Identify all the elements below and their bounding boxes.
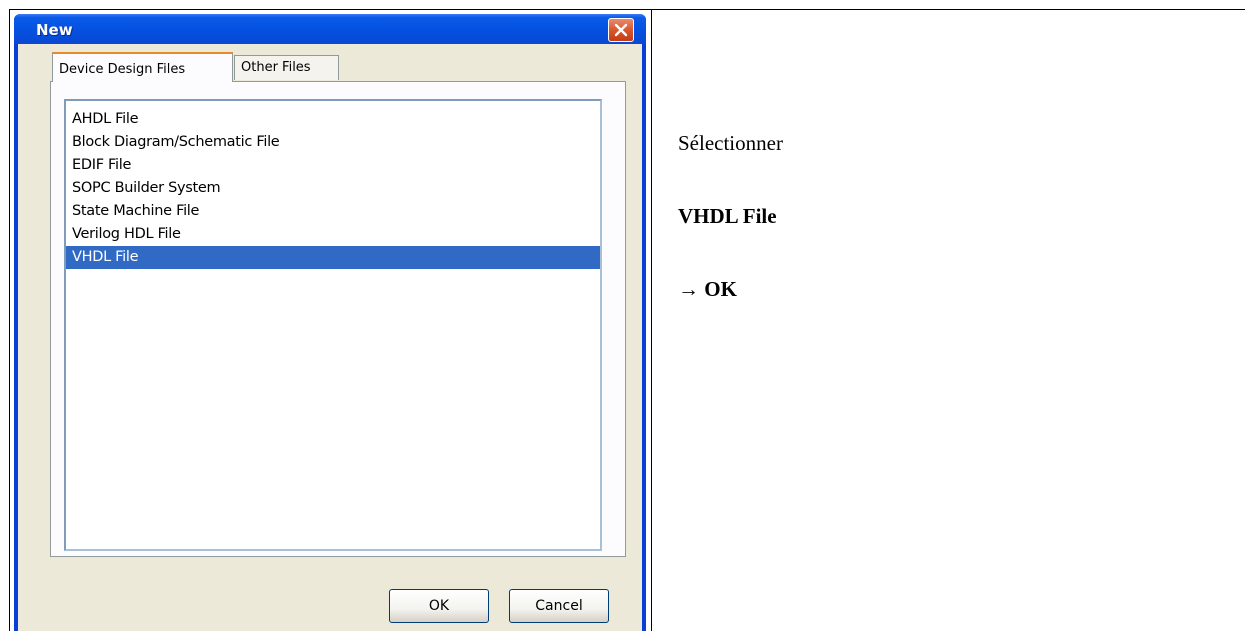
list-item-block-diagram-file[interactable]: Block Diagram/Schematic File [66, 131, 600, 154]
cancel-button[interactable]: Cancel [509, 589, 609, 623]
file-type-list[interactable]: AHDL File Block Diagram/Schematic File E… [64, 99, 602, 551]
instruction-ok: → OK [678, 277, 737, 301]
instruction-vhdl-file: VHDL File [678, 204, 777, 228]
new-file-dialog: New Device Design Files Other Files AHDL… [14, 14, 646, 631]
list-item-ahdl-file[interactable]: AHDL File [66, 108, 600, 131]
title-bar[interactable]: New [14, 14, 646, 44]
instruction-select: Sélectionner [678, 131, 783, 155]
dialog-title: New [36, 21, 73, 39]
list-item-verilog-hdl-file[interactable]: Verilog HDL File [66, 223, 600, 246]
close-button[interactable] [608, 18, 634, 42]
list-item-state-machine-file[interactable]: State Machine File [66, 200, 600, 223]
ok-button[interactable]: OK [389, 589, 489, 623]
tab-other-files[interactable]: Other Files [234, 55, 339, 80]
tab-device-design-files[interactable]: Device Design Files [52, 52, 233, 82]
list-item-edif-file[interactable]: EDIF File [66, 154, 600, 177]
list-item-vhdl-file[interactable]: VHDL File [66, 246, 600, 269]
close-icon [614, 23, 628, 37]
table-divider [651, 9, 652, 631]
list-item-sopc-builder-system[interactable]: SOPC Builder System [66, 177, 600, 200]
